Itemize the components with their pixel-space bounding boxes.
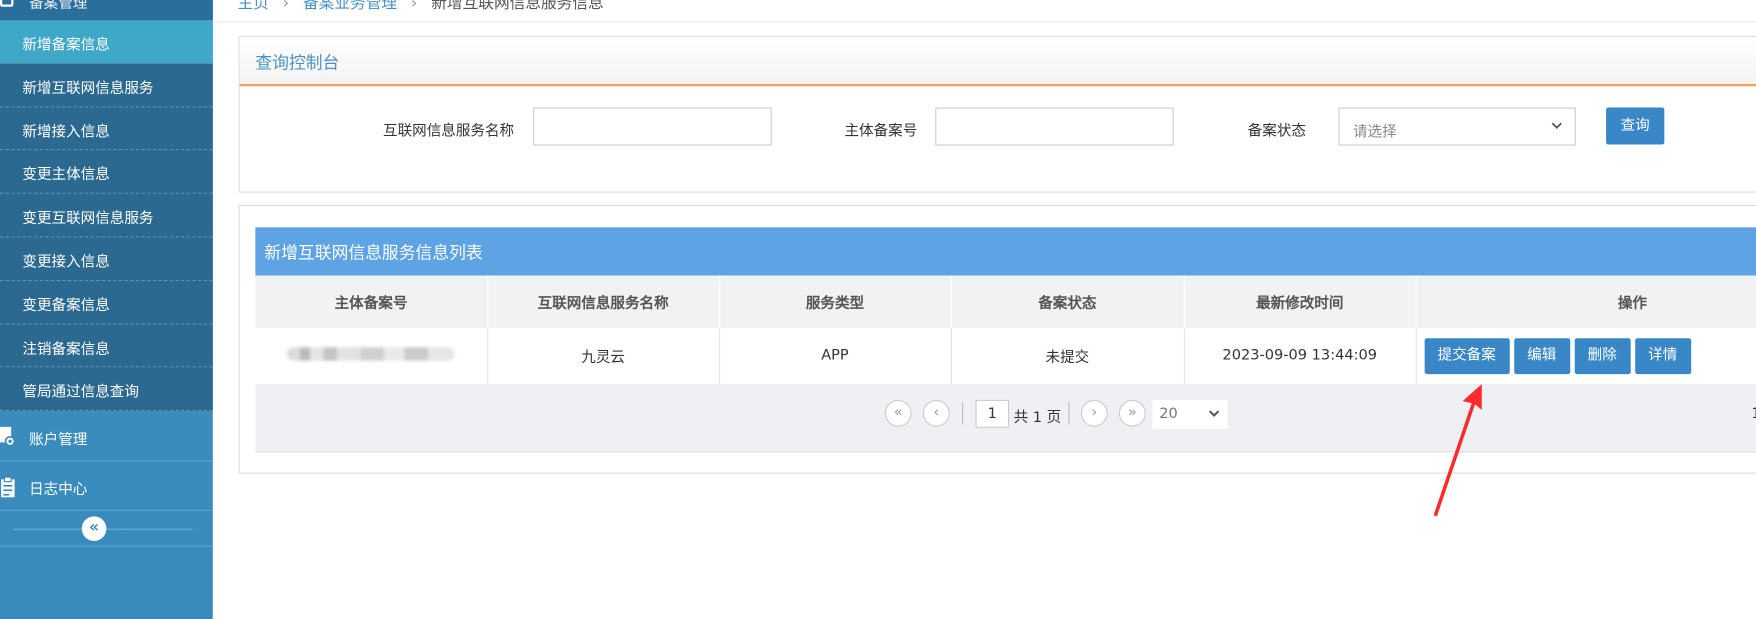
sidebar-item-add-access[interactable]: 新增接入信息 (0, 107, 213, 151)
prev-page-button[interactable]: ‹ (922, 399, 950, 427)
sidebar-group-record-management[interactable]: 备案管理 (0, 0, 213, 21)
sidebar-item-label: 新增接入信息 (22, 123, 110, 141)
clipboard-icon (1, 476, 15, 498)
status-select-placeholder: 请选择 (1352, 124, 1397, 142)
query-button[interactable]: 查询 (1606, 107, 1665, 145)
collapse-sidebar-button[interactable]: « (81, 516, 107, 541)
first-page-button[interactable]: « (884, 399, 912, 427)
page-size-select[interactable]: 20 (1152, 399, 1228, 429)
sidebar-submenu: 新增备案信息 新增互联网信息服务 新增接入信息 变更主体信息 变更互联网信息服务… (0, 20, 213, 412)
divider (212, 21, 1756, 23)
last-page-button[interactable]: » (1118, 399, 1146, 427)
edit-button[interactable]: 编辑 (1513, 337, 1570, 374)
sidebar-item-change-record[interactable]: 变更备案信息 (0, 280, 213, 325)
sidebar-collapse-row: « (0, 511, 213, 547)
query-panel: 查询控制台 互联网信息服务名称 主体备案号 备案状态 请选择 查询 (238, 35, 1756, 193)
sidebar-item-label: 日志中心 (29, 481, 88, 499)
breadcrumb-home-link[interactable]: 主页 (237, 0, 268, 12)
annotation-arrow-icon (1433, 384, 1482, 517)
query-panel-title: 查询控制台 (255, 52, 340, 73)
sidebar-item-label: 变更互联网信息服务 (22, 210, 154, 228)
status-select[interactable]: 请选择 (1338, 107, 1576, 146)
actions-cell: 提交备案 编辑 删除 详情 (1415, 328, 1756, 385)
column-header-service-name[interactable]: 互联网信息服务名称 (487, 275, 720, 329)
sidebar-item-label: 注销备案信息 (22, 341, 110, 358)
details-button[interactable]: 详情 (1634, 337, 1691, 374)
table-row: 九灵云 APP 未提交 2023-09-09 13:44:09 提交备案 编辑 删除… (255, 328, 1756, 385)
column-header-status[interactable]: 备案状态 (950, 275, 1185, 329)
record-icon (0, 0, 14, 7)
sidebar-group-label: 备案管理 (29, 0, 88, 13)
service-table: 主体备案号 互联网信息服务名称 服务类型 备案状态 最新修改时间 操作 九灵云 … (255, 275, 1756, 385)
service-name-cell: 九灵云 (487, 328, 720, 385)
sidebar: 备案管理 新增备案信息 新增互联网信息服务 新增接入信息 变更主体信息 变更互联… (0, 0, 213, 619)
pagination: « ‹ 1 共 1 页 › » 20 1 (255, 384, 1756, 453)
divider (962, 402, 964, 425)
next-page-button[interactable]: › (1080, 399, 1108, 427)
sidebar-item-label: 变更接入信息 (22, 254, 110, 272)
chevron-down-icon (1208, 410, 1220, 417)
column-header-service-type[interactable]: 服务类型 (719, 275, 952, 329)
sidebar-item-add-record[interactable]: 新增备案信息 (0, 20, 213, 64)
account-icon (0, 426, 16, 447)
list-panel: 新增互联网信息服务信息列表 主体备案号 互联网信息服务名称 服务类型 备案状态 … (238, 204, 1756, 474)
divider (1068, 402, 1070, 425)
column-header-actions: 操作 (1415, 275, 1756, 329)
sidebar-item-change-access[interactable]: 变更接入信息 (0, 237, 213, 281)
record-no-cell (255, 328, 488, 385)
record-no-label: 主体备案号 (844, 123, 918, 140)
sidebar-item-change-internet-service[interactable]: 变更互联网信息服务 (0, 193, 213, 238)
query-panel-header: 查询控制台 (239, 36, 1756, 87)
chevron-right-icon: › (411, 0, 418, 13)
modified-cell: 2023-09-09 13:44:09 (1183, 328, 1417, 385)
sidebar-item-label: 新增备案信息 (22, 36, 110, 54)
column-header-modified[interactable]: 最新修改时间 (1183, 275, 1417, 329)
sidebar-item-logs[interactable]: 日志中心 (0, 461, 213, 511)
service-type-cell: APP (719, 328, 952, 385)
page-size-value: 20 (1159, 405, 1178, 423)
pager-info: 1 (1751, 405, 1756, 422)
service-name-label: 互联网信息服务名称 (383, 123, 515, 140)
submit-record-button[interactable]: 提交备案 (1424, 337, 1510, 374)
delete-button[interactable]: 删除 (1574, 337, 1631, 374)
service-name-input[interactable] (533, 107, 772, 146)
chevron-down-icon (1551, 122, 1562, 129)
sidebar-item-label: 管局通过信息查询 (22, 384, 139, 402)
record-no-input[interactable] (935, 107, 1174, 146)
redacted-record-no (287, 346, 455, 361)
sidebar-item-label: 新增互联网信息服务 (22, 80, 154, 98)
list-header: 新增互联网信息服务信息列表 (255, 227, 1756, 276)
sidebar-item-account[interactable]: 账户管理 (0, 412, 213, 462)
column-header-record-no[interactable]: 主体备案号 (255, 275, 488, 329)
breadcrumb-section-link[interactable]: 备案业务管理 (303, 0, 397, 12)
sidebar-item-label: 变更主体信息 (22, 167, 110, 185)
table-header-row: 主体备案号 互联网信息服务名称 服务类型 备案状态 最新修改时间 操作 (255, 275, 1756, 329)
page-number-input[interactable]: 1 (975, 399, 1010, 428)
status-cell: 未提交 (950, 328, 1185, 385)
sidebar-item-cancel-record[interactable]: 注销备案信息 (0, 324, 213, 368)
sidebar-item-label: 变更备案信息 (22, 297, 110, 315)
total-pages: 共 1 页 (1013, 409, 1062, 427)
sidebar-item-label: 账户管理 (29, 432, 88, 450)
breadcrumb-current: 新增互联网信息服务信息 (431, 0, 604, 13)
sidebar-item-add-internet-service[interactable]: 新增互联网信息服务 (0, 63, 213, 108)
chevron-right-icon: › (282, 0, 290, 13)
status-label: 备案状态 (1247, 123, 1306, 140)
sidebar-item-approved-query[interactable]: 管局通过信息查询 (0, 367, 213, 412)
breadcrumb: 主页 › 备案业务管理 › 新增互联网信息服务信息 (237, 0, 612, 12)
sidebar-item-change-subject[interactable]: 变更主体信息 (0, 150, 213, 194)
list-title: 新增互联网信息服务信息列表 (264, 243, 483, 264)
